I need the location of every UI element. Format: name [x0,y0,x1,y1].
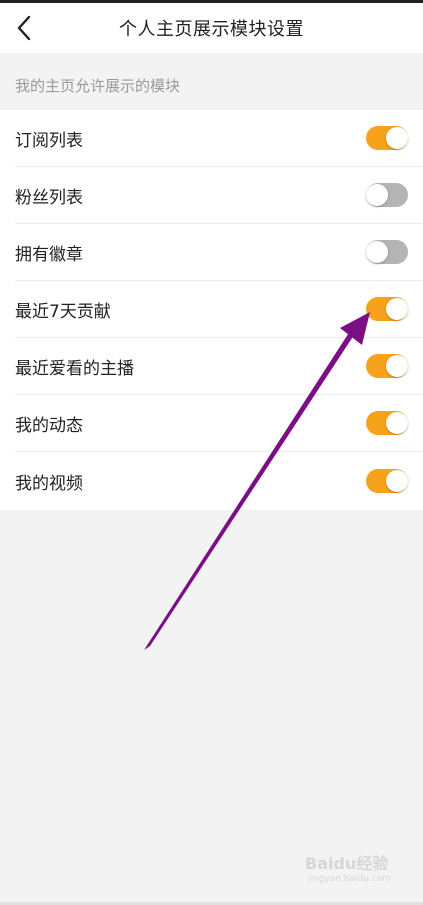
module-row-badges: 拥有徽章 [15,224,423,281]
module-row-subscriptions: 订阅列表 [15,110,423,167]
toggle-knob [366,184,388,206]
chevron-left-icon [17,15,31,41]
module-list: 订阅列表 粉丝列表 拥有徽章 最近7天贡献 最近爱看的主播 我的动态 我的视频 [0,110,423,510]
module-row-7day-contribution: 最近7天贡献 [15,281,423,338]
module-row-videos: 我的视频 [15,452,423,510]
module-row-favorite-hosts: 最近爱看的主播 [15,338,423,395]
toggle-knob [386,470,408,492]
module-row-fans: 粉丝列表 [15,167,423,224]
toggle-switch[interactable] [366,183,408,207]
module-label: 拥有徽章 [15,244,83,265]
module-row-activity: 我的动态 [15,395,423,452]
module-label: 最近爱看的主播 [15,358,134,379]
nav-header: 个人主页展示模块设置 [0,3,423,53]
toggle-switch[interactable] [366,469,408,493]
module-label: 我的动态 [15,415,83,436]
back-button[interactable] [12,11,36,45]
watermark-domain: jingyan.baidu.com [308,874,392,884]
module-label: 粉丝列表 [15,187,83,208]
toggle-knob [386,412,408,434]
module-label: 我的视频 [15,473,83,494]
watermark-logo: Baidu经验 [305,854,389,873]
toggle-switch[interactable] [366,126,408,150]
module-label: 订阅列表 [15,130,83,151]
toggle-knob [366,241,388,263]
toggle-switch[interactable] [366,411,408,435]
module-label: 最近7天贡献 [15,301,111,322]
section-label: 我的主页允许展示的模块 [0,53,423,110]
page-title: 个人主页展示模块设置 [119,19,304,40]
toggle-knob [386,127,408,149]
toggle-switch[interactable] [366,297,408,321]
toggle-knob [386,355,408,377]
toggle-knob [386,298,408,320]
toggle-switch[interactable] [366,240,408,264]
toggle-switch[interactable] [366,354,408,378]
